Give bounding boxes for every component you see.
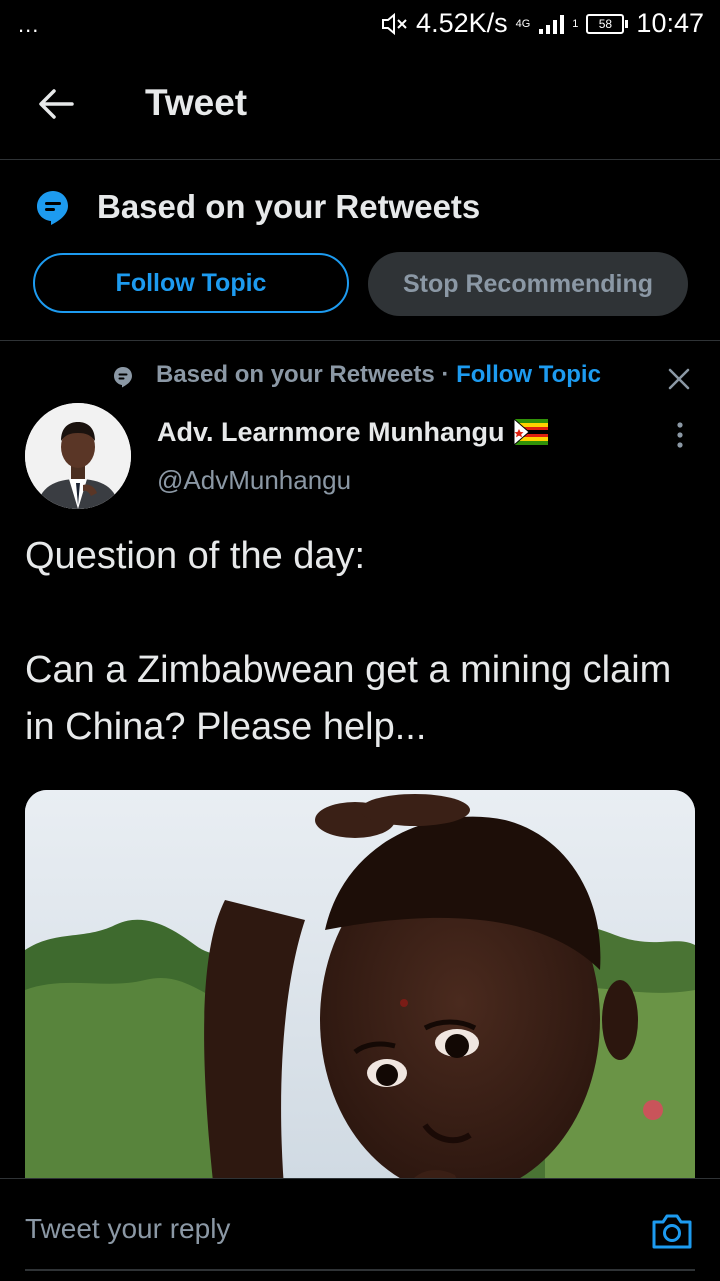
tweet-text-line2: Can a Zimbabwean get a mining claim in C… (25, 649, 672, 748)
reply-underline (25, 1269, 695, 1271)
author-name-text: Adv. Learnmore Munhangu (157, 417, 505, 447)
tweet-context-follow-link[interactable]: Follow Topic (456, 361, 601, 388)
more-icon[interactable] (670, 420, 690, 450)
network-type: 4G (515, 17, 531, 30)
network-speed: 4.52K/s (416, 8, 508, 38)
back-arrow-icon[interactable] (36, 84, 76, 124)
author-name[interactable]: Adv. Learnmore Munhangu (157, 417, 549, 448)
tweet-context: Based on your Retweets · Follow Topic (156, 361, 601, 389)
tweet-text: Question of the day: Can a Zimbabwean ge… (25, 528, 695, 756)
topic-heading: Based on your Retweets (97, 188, 481, 225)
signal-icon (539, 14, 565, 34)
topic-context-icon (114, 367, 132, 388)
stop-recommending-button[interactable]: Stop Recommending (368, 252, 688, 316)
tweet-media-image[interactable] (25, 790, 695, 1200)
topic-icon (37, 191, 68, 225)
battery-level: 58 (586, 13, 625, 34)
mute-icon (382, 12, 407, 35)
reply-input[interactable]: Tweet your reply (25, 1213, 230, 1245)
author-handle[interactable]: @AdvMunhangu (157, 465, 351, 496)
status-bar: ... 4.52K/s 4G 1 58 10:47 (0, 0, 720, 50)
zimbabwe-flag-icon (514, 419, 549, 445)
header: Tweet (0, 50, 720, 160)
status-dots: ... (18, 12, 40, 37)
clock: 10:47 (636, 8, 704, 38)
tweet-context-text: Based on your Retweets · (156, 361, 457, 388)
page-title: Tweet (145, 82, 248, 123)
topic-recommendation: Based on your Retweets Follow Topic Stop… (0, 160, 720, 341)
sim-number: 1 (572, 17, 579, 30)
avatar-image (25, 403, 131, 509)
camera-icon[interactable] (651, 1212, 693, 1250)
status-right: 4.52K/s 4G 1 58 10:47 (380, 8, 704, 39)
avatar[interactable] (25, 403, 131, 509)
close-icon[interactable] (664, 364, 694, 394)
reply-bar: Tweet your reply (0, 1178, 720, 1281)
tweet-text-line1: Question of the day: (25, 535, 366, 577)
media-photo (25, 790, 695, 1200)
follow-topic-button[interactable]: Follow Topic (33, 253, 349, 313)
battery-icon: 58 (586, 13, 629, 34)
